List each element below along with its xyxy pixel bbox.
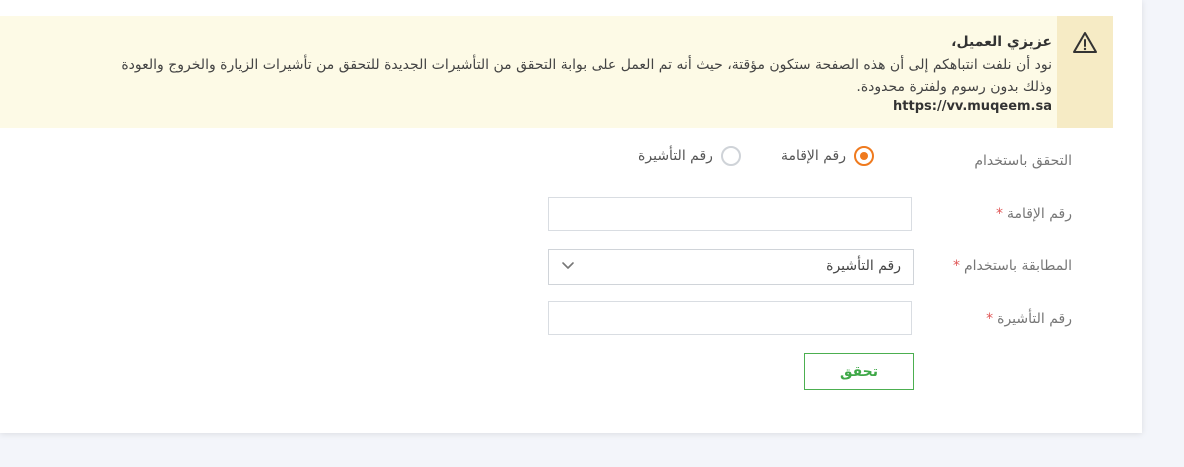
required-mark: *: [953, 258, 960, 274]
notice-message-line2: وذلك بدون رسوم ولفترة محدودة.: [856, 79, 1052, 95]
verify-using-label: التحقق باستخدام: [974, 153, 1072, 169]
iqama-number-input[interactable]: [548, 197, 912, 231]
iqama-number-label: رقم الإقامة*: [996, 206, 1072, 222]
match-using-select[interactable]: رقم التأشيرة: [548, 249, 914, 285]
verify-using-radio-group: رقم الإقامة رقم التأشيرة: [638, 146, 874, 166]
radio-visa-number[interactable]: رقم التأشيرة: [638, 146, 741, 166]
notice-icon-box: [1057, 16, 1113, 128]
chevron-down-icon: [562, 262, 574, 269]
iqama-number-label-text: رقم الإقامة: [1006, 206, 1072, 222]
verify-button[interactable]: تحقق: [804, 353, 914, 390]
notice-message-line1: نود أن نلفت انتباهكم إلى أن هذه الصفحة س…: [121, 57, 1052, 73]
match-using-selected-value: رقم التأشيرة: [826, 258, 901, 274]
warning-triangle-icon: [1073, 32, 1097, 53]
visa-number-input[interactable]: [548, 301, 912, 335]
radio-iqama-label: رقم الإقامة: [780, 148, 846, 164]
radio-iqama-number[interactable]: رقم الإقامة: [781, 146, 874, 166]
radio-checked-icon[interactable]: [854, 146, 874, 166]
match-using-label-text: المطابقة باستخدام: [964, 258, 1072, 274]
notice-text: عزيزي العميل، نود أن نلفت انتباهكم إلى أ…: [121, 30, 1052, 116]
required-mark: *: [995, 206, 1003, 222]
visa-number-label: رقم التأشيرة*: [986, 311, 1072, 327]
visa-number-label-text: رقم التأشيرة: [997, 311, 1072, 327]
radio-unchecked-icon[interactable]: [720, 146, 741, 166]
verification-card: عزيزي العميل، نود أن نلفت انتباهكم إلى أ…: [0, 0, 1142, 433]
radio-visa-label: رقم التأشيرة: [638, 148, 713, 164]
required-mark: *: [986, 311, 994, 327]
match-using-label: المطابقة باستخدام*: [953, 258, 1072, 274]
notice-title: عزيزي العميل،: [951, 34, 1052, 50]
notice-url[interactable]: https://vv.muqeem.sa: [121, 98, 1052, 116]
notice-banner: عزيزي العميل، نود أن نلفت انتباهكم إلى أ…: [0, 16, 1113, 128]
